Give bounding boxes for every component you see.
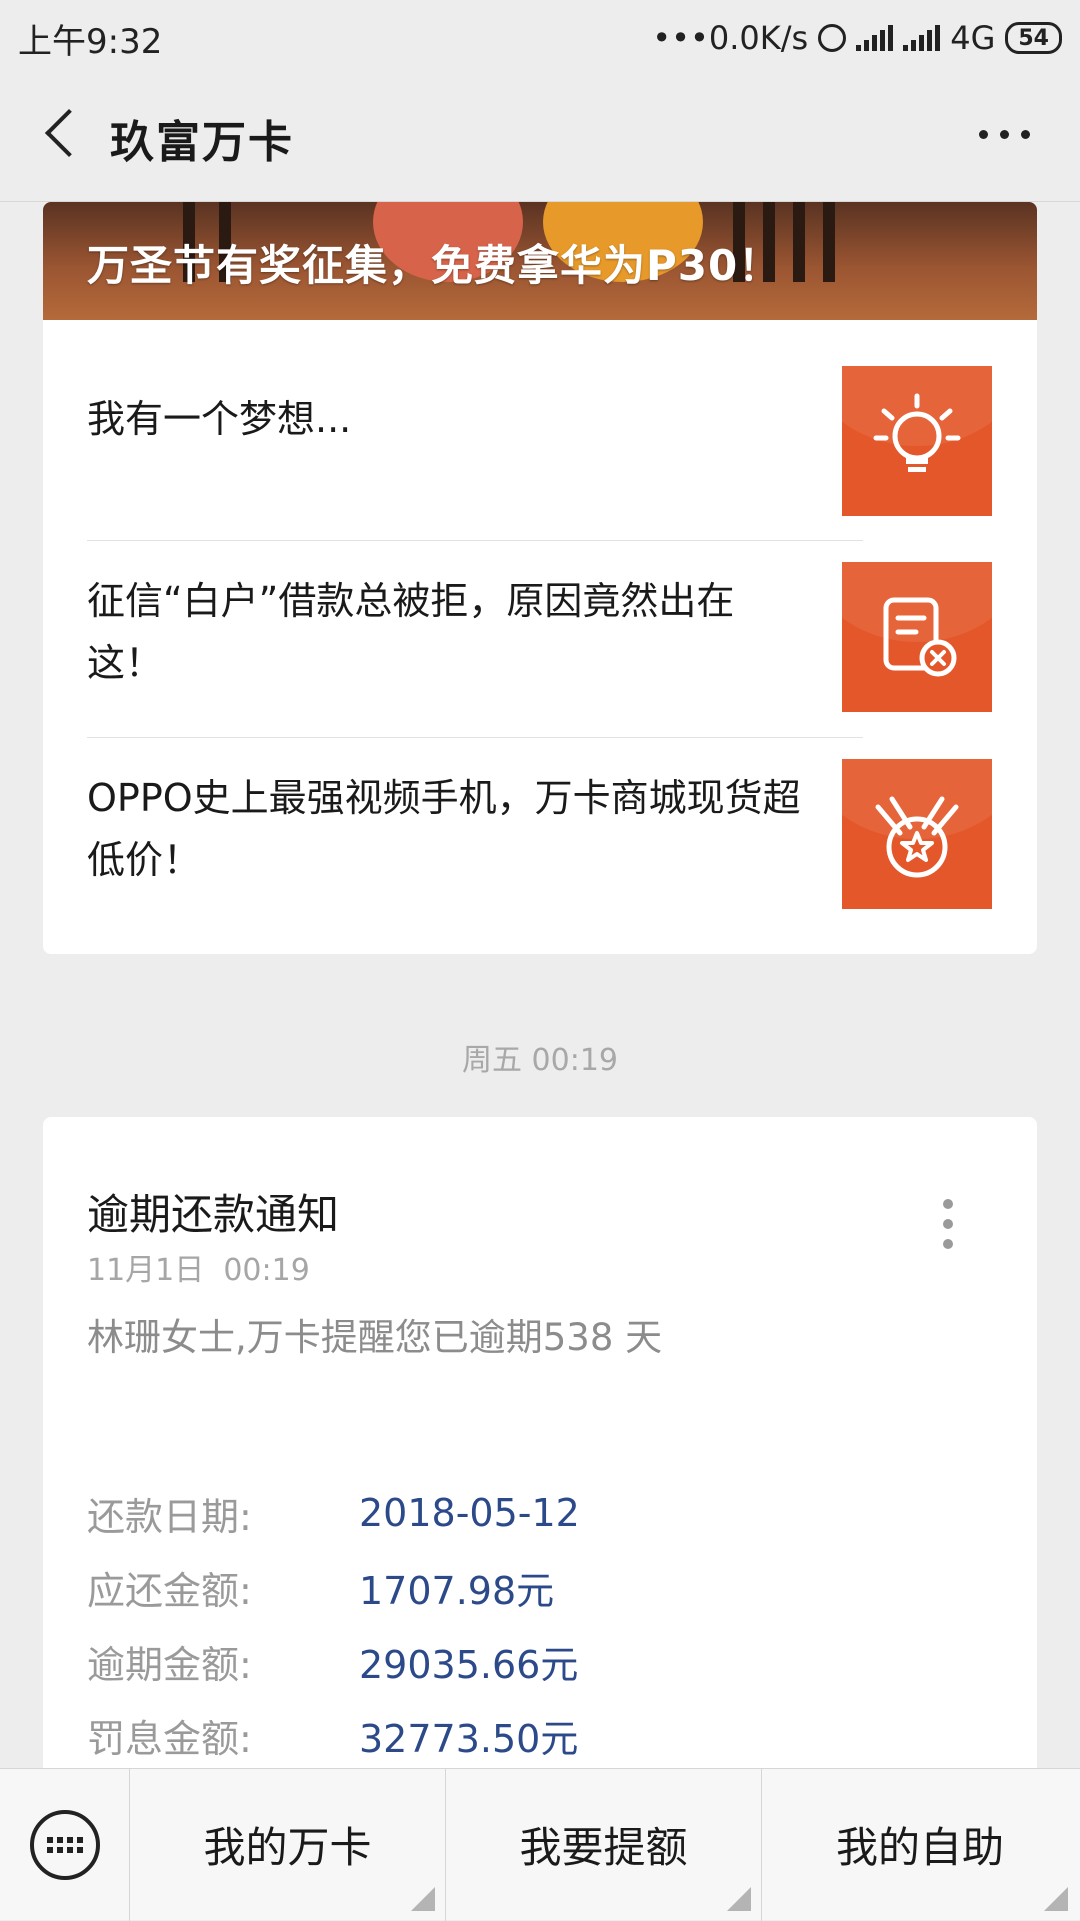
article-title: 我有一个梦想...: [87, 397, 352, 441]
submenu-corner-icon: [411, 1886, 435, 1911]
detail-label: 罚息金额:: [87, 1716, 252, 1761]
signal-icon: [903, 25, 941, 51]
bottom-menu: 我的万卡 我要提额 我的自助: [0, 1768, 1080, 1921]
article-card: 万圣节有奖征集，免费拿华为P30！ 我有一个梦想... 征信“白户”借款总被拒，…: [43, 202, 1037, 954]
detail-row: 应还金额: 1707.98元: [87, 1557, 554, 1617]
banner-title: 万圣节有奖征集，免费拿华为P30！: [87, 241, 782, 290]
detail-value: 1707.98元: [359, 1568, 555, 1613]
article-title: OPPO史上最强视频手机，万卡商城现货超低价！: [87, 776, 801, 882]
signal-icon: [856, 25, 894, 51]
detail-row: 逾期金额: 29035.66元: [87, 1631, 578, 1691]
menu-self-service[interactable]: 我的自助: [762, 1769, 1078, 1921]
article-thumbnail: [842, 366, 992, 516]
notice-description: 林珊女士,万卡提醒您已逾期538 天: [87, 1316, 663, 1359]
document-reject-icon: [883, 597, 957, 677]
article-thumbnail: [842, 759, 992, 909]
battery-level: 54: [1018, 25, 1049, 51]
keyboard-icon: [29, 1809, 100, 1880]
article-item[interactable]: 我有一个梦想...: [43, 320, 1037, 518]
medal-icon: [875, 796, 959, 878]
detail-value: 29035.66元: [359, 1642, 579, 1687]
detail-row: 罚息金额: 32773.50元: [87, 1705, 578, 1765]
detail-label: 逾期金额:: [87, 1642, 252, 1687]
detail-value: 32773.50元: [359, 1716, 579, 1761]
article-title: 征信“白户”借款总被拒，原因竟然出在这！: [87, 579, 735, 685]
more-icon[interactable]: [979, 130, 1030, 139]
article-item[interactable]: 征信“白户”借款总被拒，原因竟然出在这！: [43, 540, 1037, 738]
hotspot-icon: [818, 24, 847, 52]
article-thumbnail: [842, 562, 992, 712]
article-item[interactable]: OPPO史上最强视频手机，万卡商城现货超低价！: [43, 737, 1037, 935]
detail-label: 应还金额:: [87, 1568, 252, 1613]
network-type: 4G: [950, 19, 996, 57]
notice-date: 11月1日 00:19: [87, 1253, 310, 1288]
article-banner[interactable]: 万圣节有奖征集，免费拿华为P30！: [43, 202, 1037, 320]
submenu-corner-icon: [1044, 1886, 1068, 1911]
page-title: 玖富万卡: [110, 117, 294, 168]
keyboard-toggle-button[interactable]: [0, 1768, 130, 1921]
menu-label: 我的自助: [835, 1823, 1004, 1872]
lightbulb-icon: [873, 393, 961, 472]
detail-value: 2018-05-12: [359, 1491, 580, 1535]
nav-bar: 玖富万卡: [0, 76, 1080, 202]
net-speed: •••0.0K/s: [652, 19, 809, 57]
menu-my-wanka[interactable]: 我的万卡: [130, 1768, 446, 1921]
message-timestamp: 周五 00:19: [462, 1043, 618, 1078]
status-bar: 上午9:32 •••0.0K/s 4G 54: [0, 0, 1080, 76]
more-vertical-icon[interactable]: [943, 1199, 953, 1249]
menu-label: 我的万卡: [203, 1823, 372, 1872]
menu-label: 我要提额: [519, 1823, 688, 1872]
notice-title: 逾期还款通知: [87, 1190, 340, 1239]
notice-card[interactable]: 逾期还款通知 11月1日 00:19 林珊女士,万卡提醒您已逾期538 天 还款…: [43, 1117, 1037, 1817]
submenu-corner-icon: [727, 1886, 751, 1911]
back-icon[interactable]: [44, 108, 94, 158]
status-indicators: •••0.0K/s 4G 54: [652, 19, 1062, 57]
menu-raise-limit[interactable]: 我要提额: [446, 1768, 762, 1921]
detail-row: 还款日期: 2018-05-12: [87, 1483, 580, 1543]
detail-label: 还款日期:: [87, 1494, 252, 1539]
status-time: 上午9:32: [18, 21, 163, 62]
battery-icon: 54: [1005, 22, 1062, 54]
